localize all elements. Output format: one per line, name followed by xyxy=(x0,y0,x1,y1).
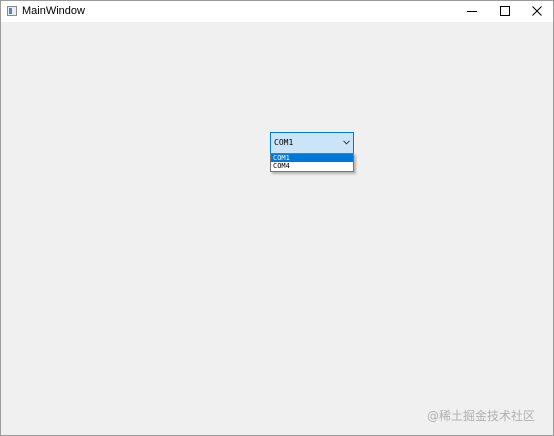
watermark-text: @稀土掘金技术社区 xyxy=(427,409,536,423)
maximize-icon xyxy=(500,6,510,16)
title-bar[interactable]: MainWindow xyxy=(1,1,553,22)
minimize-icon xyxy=(467,11,477,12)
app-icon xyxy=(7,6,17,16)
client-area: COM1 COM1 COM4 @稀土掘金技术社区 xyxy=(1,22,553,435)
dropdown-option[interactable]: COM4 xyxy=(271,162,353,170)
maximize-button[interactable] xyxy=(489,1,521,22)
chevron-down-icon xyxy=(343,140,350,145)
dropdown-option[interactable]: COM1 xyxy=(271,154,353,162)
minimize-button[interactable] xyxy=(456,1,488,22)
combobox-selected-value: COM1 xyxy=(274,138,294,147)
close-button[interactable] xyxy=(521,1,553,22)
main-window: MainWindow COM1 COM1 COM4 @稀土掘金技术社区 xyxy=(0,0,554,436)
combobox-dropdown-list: COM1 COM4 xyxy=(270,153,354,172)
close-icon xyxy=(532,6,542,16)
com-port-combobox[interactable]: COM1 xyxy=(270,132,354,154)
window-title: MainWindow xyxy=(22,5,85,17)
